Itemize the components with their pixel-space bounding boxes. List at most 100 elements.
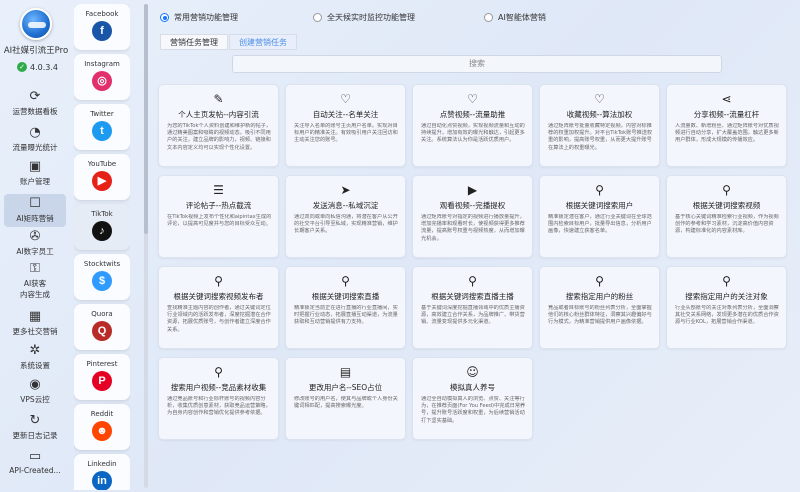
nav-label: 账户管理 <box>20 177 50 186</box>
nav-label: AI获客 <box>23 279 47 288</box>
feature-card[interactable]: ♡ 点赞视频--流量助推 通过自动化点赞视频，实现视频流量和互动的持续提升，增加有效… <box>412 84 533 167</box>
check-icon: ✓ <box>17 62 27 72</box>
nav-changelog[interactable]: ↻ 更新日志记录 <box>0 414 70 441</box>
nav-ai-employee[interactable]: ✇ AI数字员工 <box>0 230 70 257</box>
feature-card[interactable]: ⚲ 搜索指定用户的关注对象行业头部账号的关注对象列表分析，全面洞察其社交关系网络，… <box>666 266 787 349</box>
feature-icon: ⚲ <box>722 183 731 197</box>
nav-account-mgmt[interactable]: ▣ 账户管理 <box>0 160 70 187</box>
feature-card[interactable]: ⋖ 分享视频--流量杠杆 人流量数、新增粉丝、通过矩阵账号对优质视频进行自动分享，扩… <box>666 84 787 167</box>
quora-icon: Q <box>92 321 112 341</box>
radio-ai-agent[interactable]: AI智能体营销 <box>484 12 546 23</box>
tab-task-management[interactable]: 营销任务管理 <box>160 34 228 50</box>
nav-ai-matrix[interactable]: ☐ AI矩阵营销 <box>4 194 66 227</box>
radio-dot-icon <box>484 13 493 22</box>
platform-label: Stocktwits <box>83 260 121 268</box>
feature-card[interactable]: ⚲ 搜索指定用户的粉丝 竞品或者目标账号的粉丝列表分析，全面掌握他们的核心粉丝群体特… <box>539 266 660 349</box>
radio-common-functions[interactable]: 常用营销功能管理 <box>160 12 238 23</box>
feature-card[interactable]: ⚲ 搜索用户视频--竞品素材收集通过竞品账号和行业标杆账号的视频内容分析，收集优质… <box>158 357 279 440</box>
feature-desc: 人流量数、新增粉丝、通过矩阵账号对优质视频进行自动分享，扩大覆盖范围，触达更多新… <box>675 123 779 144</box>
platform-facebook[interactable]: Facebook f <box>74 4 130 50</box>
feature-desc: 在TikTok视频上发布个性化和aipintax生成的评论，以提高可见度并与您的… <box>167 214 272 228</box>
feature-icon: ⚲ <box>722 274 731 288</box>
feature-desc: 行业头部账号的关注对象列表分析，全面洞察其社交关系网络，发现更多潜在的优质合作资… <box>675 305 779 326</box>
feature-icon: ⚲ <box>595 183 604 197</box>
nav-label: VPS云控 <box>20 395 50 404</box>
radio-dot-icon <box>160 13 169 22</box>
feature-icon: ⚲ <box>214 365 223 379</box>
nav-more-social[interactable]: ▦ 更多社交营销 <box>0 310 70 337</box>
nav-label: API-Created... <box>9 466 61 475</box>
platform-stocktwits[interactable]: Stocktwits $ <box>74 254 130 300</box>
feature-card[interactable]: ⚲ 根据关键词搜索直播 精准锁定当前正在进行直播的行业直播间，实时把握行业动态，拓展… <box>285 266 406 349</box>
platform-scrollbar[interactable] <box>144 4 148 488</box>
platform-pinterest[interactable]: Pinterest P <box>74 354 130 400</box>
feature-desc: 基于核心关键词精准检索行业视频，作为视频创作的参考和学习素材，沉淀高价值内容资源… <box>675 214 779 235</box>
feature-title: 搜索指定用户的粉丝 <box>565 292 634 301</box>
feature-card[interactable]: ✎ 个人主页发帖--内容引流 为您的TikTok个人资料创建和维护新的帖子，通过精美… <box>158 84 279 167</box>
platform-instagram[interactable]: Instagram ◎ <box>74 54 130 100</box>
feature-title: 搜索用户视频--竞品素材收集 <box>170 383 267 392</box>
facebook-icon: f <box>92 21 112 41</box>
feature-card[interactable]: ▶ 观看视频--完播提权 通过矩阵账号对指定的视频进行播放量提升，增加完播率和观看时… <box>412 175 533 258</box>
feature-card[interactable]: ☰ 评论帖子--热点截流 在TikTok视频上发布个性化和aipintax生成的评论… <box>158 175 279 258</box>
nav-ai-content[interactable]: ⚿ AI获客 内容生成 <box>0 262 70 300</box>
feature-icon: ☺ <box>466 365 479 379</box>
feature-card[interactable]: ⚲ 根据关键词搜索视频 基于核心关键词精准检索行业视频，作为视频创作的参考和学习素材… <box>666 175 787 258</box>
feature-card[interactable]: ⚲ 根据关键词搜索视频发布者 查找精准主题内容的创作者，通过关键词定位行业领域内的活… <box>158 266 279 349</box>
scrollbar-thumb[interactable] <box>144 4 148 234</box>
api-icon: ▭ <box>28 449 42 464</box>
feature-desc: 竞品或者目标账号的粉丝列表分析，全面掌握他们的核心粉丝群体特征，洞察其兴趣偏好与… <box>548 305 652 326</box>
nav-settings[interactable]: ✲ 系统设置 <box>0 344 70 371</box>
robot-icon: ✇ <box>29 229 41 244</box>
feature-card[interactable]: ▤ 更改用户名--SEO占位 修改账号的用户名，使其与品牌或个人身份关键词相匹配，提… <box>285 357 406 440</box>
platform-twitter[interactable]: Twitter t <box>74 104 130 150</box>
app-name: AI社媒引流王Pro <box>3 46 69 56</box>
instagram-icon: ◎ <box>92 71 112 91</box>
gear-icon: ✲ <box>29 343 41 358</box>
feature-icon: ➤ <box>340 183 351 197</box>
nav-api[interactable]: ▭ API-Created... <box>0 449 70 476</box>
feature-icon: ☰ <box>213 183 224 197</box>
app-logo <box>20 8 52 40</box>
platform-reddit[interactable]: Reddit ☻ <box>74 404 130 450</box>
feature-card[interactable]: ☺ 模拟真人养号 通过全自动模拟真人的浏览、点赞、关注等行为，在推荐页面(For Y… <box>412 357 533 440</box>
cloud-icon: ◉ <box>29 377 41 392</box>
feature-card[interactable]: ♡ 自动关注--名单关注 关注导入名单的账号主页用户名单。实现对目标用户的精准关注。… <box>285 84 406 167</box>
nav-label-line2: 内容生成 <box>20 290 50 299</box>
nav-vps[interactable]: ◉ VPS云控 <box>0 378 70 405</box>
nav-ops-dashboard[interactable]: ⟳ 运营数据看板 <box>0 90 70 117</box>
version-text: 4.0.3.4 <box>30 62 58 72</box>
feature-title: 更改用户名--SEO占位 <box>308 383 383 392</box>
platform-label: YouTube <box>87 160 117 168</box>
feature-desc: 通过竞品账号和行业标杆账号的视频内容分析，收集优质创意素材，获取竞品运营策略，为… <box>167 396 271 417</box>
feature-title: 搜索指定用户的关注对象 <box>685 292 768 301</box>
nav-label: AI数字员工 <box>16 247 54 256</box>
search-input[interactable]: 搜索 <box>232 55 722 73</box>
feature-icon: ♡ <box>340 92 351 106</box>
feature-title: 根据关键词搜索直播主播 <box>431 292 514 301</box>
platform-linkedin[interactable]: Linkedin in <box>74 454 130 490</box>
nav-label: 系统设置 <box>20 361 50 370</box>
feature-desc: 通过矩阵账号批量收藏特定视频，内容对标推荐的权重加权提升。对平台TikTok账号… <box>548 123 653 151</box>
feature-desc: 精准锁定潜在客户，通过行业关键词在全球范围内检索目标用户，批量导出信息，分析用户… <box>548 214 652 235</box>
feature-icon: ♡ <box>467 92 478 106</box>
platform-youtube[interactable]: YouTube ▶ <box>74 154 130 200</box>
feature-icon: ▶ <box>467 183 478 197</box>
platform-tiktok[interactable]: TikTok ♪ <box>74 204 130 250</box>
account-icon: ▣ <box>28 159 42 174</box>
feature-title: 自动关注--名单关注 <box>312 110 379 119</box>
youtube-icon: ▶ <box>92 171 112 191</box>
nav-traffic-stats[interactable]: ◔ 流量曝光统计 <box>0 126 70 153</box>
radio-realtime-monitor[interactable]: 全天候实时监控功能管理 <box>313 12 415 23</box>
feature-desc: 通过自动化点赞视频，实现视频流量和互动的持续提升，增加有效的曝光和触达，引起更多… <box>421 123 525 144</box>
feature-card[interactable]: ⚲ 根据关键词搜索用户 精准锁定潜在客户，通过行业关键词在全球范围内检索目标用户，批… <box>539 175 660 258</box>
platform-quora[interactable]: Quora Q <box>74 304 130 350</box>
feature-card[interactable]: ➤ 发送消息--私域沉淀 通过双向或单向私信沟通，将潜在客户从公开的社交平台引导至私… <box>285 175 406 258</box>
platform-label: Reddit <box>90 410 114 418</box>
feature-card[interactable]: ⚲ 根据关键词搜索直播主播 基于关键词深度挖掘直播领域中的优质主播资源，高效建立合作… <box>412 266 533 349</box>
feature-icon: ⚲ <box>341 274 350 288</box>
stocktwits-icon: $ <box>92 271 112 291</box>
tab-create-task[interactable]: 创建营销任务 <box>229 34 297 50</box>
platform-label: Twitter <box>90 110 114 118</box>
feature-card[interactable]: ♡ 收藏视频--算法加权 通过矩阵账号批量收藏特定视频，内容对标推荐的权重加权提升。… <box>539 84 660 167</box>
